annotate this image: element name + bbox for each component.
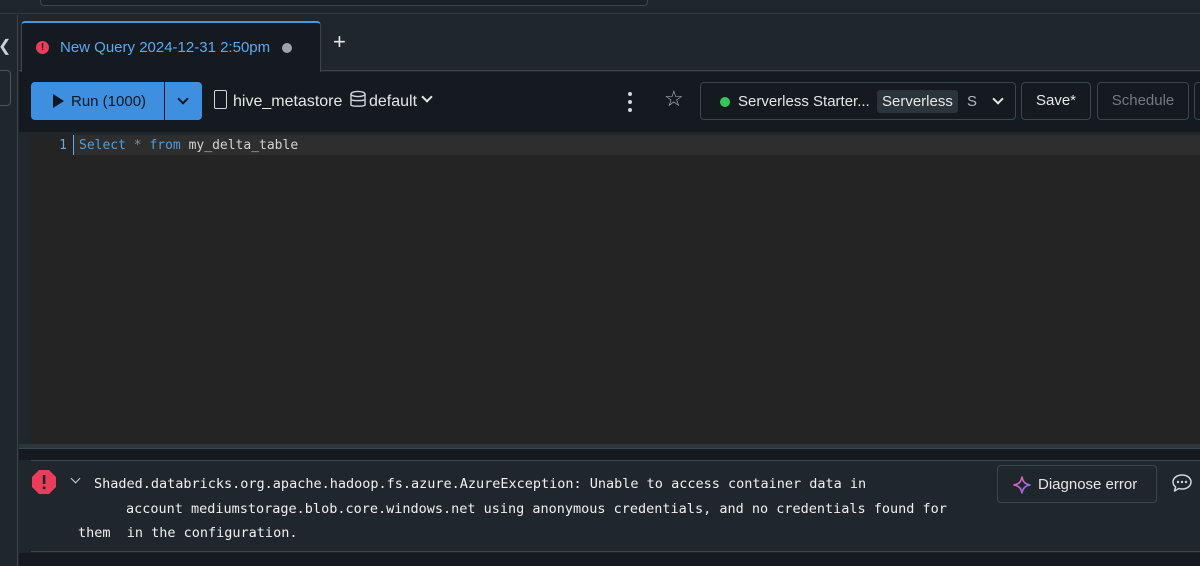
left-rail: ❮: [0, 15, 18, 566]
catalog-selector[interactable]: hive_metastore: [214, 90, 342, 114]
catalog-name: hive_metastore: [233, 93, 343, 110]
error-line-3: them in the configuration.: [78, 525, 298, 541]
operator-star: *: [133, 138, 142, 153]
sql-editor-window: ❮ ! New Query 2024-12-31 2:50pm + Run (1…: [0, 0, 1200, 566]
sparkle-icon: [1013, 476, 1031, 494]
global-search-input[interactable]: [40, 0, 648, 6]
compute-name: Serverless Starter...: [738, 93, 870, 110]
favorite-star-icon[interactable]: ☆: [664, 87, 684, 111]
collapse-chevron-icon[interactable]: ❮: [0, 37, 14, 57]
error-line-2: account mediumstorage.blob.core.windows.…: [126, 500, 947, 517]
error-octagon-icon: [32, 470, 56, 494]
chevron-down-icon: [420, 91, 434, 106]
compute-status-dot: [720, 97, 730, 107]
diagnose-error-button[interactable]: Diagnose error: [997, 465, 1157, 503]
keyword-from: from: [149, 138, 181, 153]
unsaved-dot-icon[interactable]: [282, 43, 292, 53]
line-gutter: 1: [31, 135, 73, 444]
diagnose-error-label: Diagnose error: [1038, 476, 1138, 493]
compute-size: S: [967, 93, 978, 110]
compute-type-tag: Serverless: [877, 90, 958, 113]
code-line[interactable]: Select * from my_delta_table: [79, 138, 298, 153]
top-bar: [0, 0, 1200, 14]
chevron-down-icon: [992, 93, 1004, 105]
run-button[interactable]: Run (1000): [31, 82, 164, 120]
error-message: Shaded.databricks.org.apache.hadoop.fs.a…: [78, 472, 978, 546]
database-icon: [350, 90, 366, 107]
query-tab-bar: ! New Query 2024-12-31 2:50pm +: [19, 15, 1200, 72]
run-options-dropdown[interactable]: [165, 82, 202, 120]
add-tab-plus-icon[interactable]: +: [333, 31, 346, 53]
schema-name: default: [369, 93, 418, 110]
schema-selector[interactable]: default: [349, 90, 434, 114]
more-options-kebab-icon[interactable]: [623, 90, 637, 114]
save-button[interactable]: Save*: [1021, 82, 1091, 120]
comment-icon[interactable]: [1171, 473, 1193, 493]
run-button-label: Run (1000): [71, 93, 147, 110]
error-line-1: Shaded.databricks.org.apache.hadoop.fs.a…: [94, 476, 867, 492]
compute-selector[interactable]: Serverless Starter... Serverless S: [700, 82, 1016, 120]
keyword-select: Select: [79, 138, 126, 153]
catalog-icon: [214, 90, 227, 109]
schedule-button[interactable]: Schedule: [1097, 82, 1189, 120]
resize-divider[interactable]: [19, 448, 1200, 460]
rail-panel-toggle[interactable]: [0, 70, 11, 106]
code-editor[interactable]: 1 Select * from my_delta_table: [31, 135, 1200, 444]
tab-title: New Query 2024-12-31 2:50pm: [60, 39, 271, 56]
chevron-down-icon: [177, 93, 189, 105]
line-number: 1: [59, 138, 67, 153]
query-toolbar: Run (1000) hive_metastore default ☆ Serv…: [19, 72, 1200, 132]
play-icon: [53, 94, 64, 108]
error-circle-icon: !: [36, 41, 49, 54]
error-panel: Shaded.databricks.org.apache.hadoop.fs.a…: [31, 460, 1200, 552]
table-name: my_delta_table: [188, 138, 299, 153]
share-button[interactable]: [1194, 82, 1200, 120]
bottom-strip: [19, 553, 1200, 566]
tab-new-query[interactable]: ! New Query 2024-12-31 2:50pm: [21, 21, 321, 72]
